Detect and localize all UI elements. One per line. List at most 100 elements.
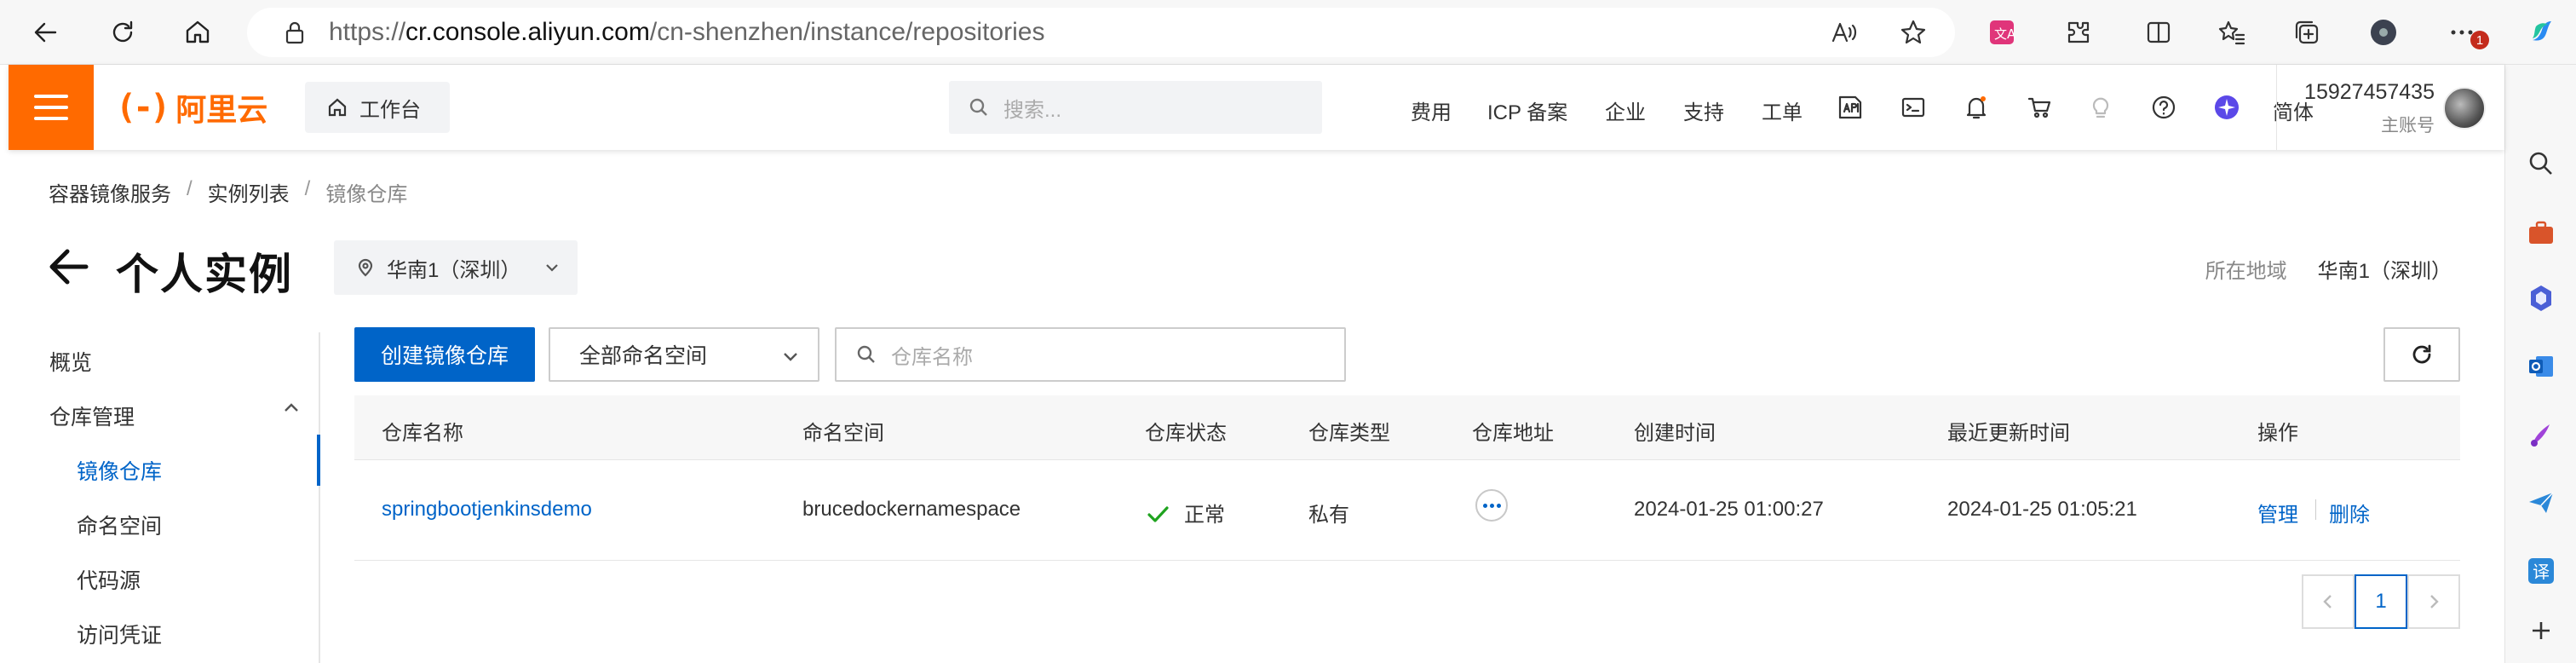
location-pin-icon bbox=[358, 258, 373, 277]
delete-link[interactable]: 删除 bbox=[2329, 498, 2370, 528]
home-icon[interactable] bbox=[181, 15, 215, 49]
table-row: springbootjenkinsdemo brucedockernamespa… bbox=[354, 460, 2460, 561]
breadcrumb: 容器镜像服务 / 实例列表 / 镜像仓库 bbox=[49, 177, 407, 207]
pagination-page-1[interactable]: 1 bbox=[2355, 574, 2407, 629]
divider bbox=[2276, 65, 2277, 150]
logo-text: 阿里云 bbox=[175, 92, 268, 127]
nav-link-icp[interactable]: ICP 备案 bbox=[1487, 95, 1567, 125]
column-header-actions: 操作 bbox=[2257, 422, 2298, 445]
browser-sidebar: 译 bbox=[2504, 65, 2576, 663]
back-arrow-icon[interactable] bbox=[47, 247, 89, 286]
search-icon bbox=[857, 345, 875, 363]
page-title: 个人实例 bbox=[116, 251, 293, 298]
ai-assistant-icon[interactable] bbox=[2210, 90, 2244, 124]
outlook-icon[interactable] bbox=[2524, 349, 2558, 383]
extensions-icon[interactable] bbox=[2060, 14, 2097, 51]
left-nav: 概览 仓库管理 镜像仓库 命名空间 代码源 访问凭证 bbox=[34, 332, 320, 663]
active-indicator bbox=[317, 435, 320, 486]
action-separator bbox=[2315, 499, 2316, 520]
nav-link-billing[interactable]: 费用 bbox=[1411, 95, 1452, 125]
nav-item-overview[interactable]: 概览 bbox=[49, 346, 92, 377]
account-info[interactable]: 15927457435 主账号 bbox=[2288, 80, 2435, 137]
lock-icon[interactable] bbox=[276, 14, 313, 51]
breadcrumb-item-cr-service[interactable]: 容器镜像服务 bbox=[49, 177, 171, 207]
translate-extension-icon[interactable]: 文A bbox=[1983, 14, 2021, 51]
nav-item-access-credential[interactable]: 访问凭证 bbox=[77, 619, 162, 649]
nav-item-image-repo[interactable]: 镜像仓库 bbox=[77, 455, 162, 486]
region-info-value: 华南1（深圳） bbox=[2317, 260, 2452, 283]
translator-icon[interactable]: 译 bbox=[2524, 554, 2558, 588]
designer-icon[interactable] bbox=[2524, 418, 2558, 452]
microsoft-365-icon[interactable] bbox=[2524, 281, 2558, 315]
back-icon[interactable] bbox=[29, 15, 63, 49]
nav-link-enterprise[interactable]: 企业 bbox=[1605, 95, 1646, 125]
workbench-button[interactable]: 工作台 bbox=[305, 82, 450, 133]
logo-mark: (-) bbox=[116, 88, 170, 127]
region-info-label: 所在地域 bbox=[2205, 260, 2287, 283]
shopping-cart-icon[interactable] bbox=[2022, 90, 2056, 124]
repo-search-placeholder: 仓库名称 bbox=[891, 345, 973, 369]
breadcrumb-separator: / bbox=[187, 177, 193, 200]
nav-link-support[interactable]: 支持 bbox=[1683, 95, 1724, 125]
url-text[interactable]: https://cr.console.aliyun.com/cn-shenzhe… bbox=[329, 18, 1044, 47]
address-bar[interactable]: https://cr.console.aliyun.com/cn-shenzhe… bbox=[247, 8, 1955, 57]
pagination-next-button[interactable] bbox=[2407, 574, 2460, 629]
aliyun-logo[interactable]: (-) 阿里云 bbox=[116, 88, 267, 127]
collections-icon[interactable] bbox=[2288, 14, 2326, 51]
column-header-type: 仓库类型 bbox=[1308, 422, 1390, 445]
reload-icon[interactable] bbox=[106, 15, 140, 49]
notification-bell-icon[interactable] bbox=[1959, 90, 1993, 124]
repo-updated-time: 2024-01-25 01:05:21 bbox=[1947, 498, 2137, 521]
account-role: 主账号 bbox=[2381, 116, 2435, 135]
nav-item-namespace[interactable]: 命名空间 bbox=[77, 510, 162, 540]
copilot-icon[interactable] bbox=[2523, 14, 2561, 51]
console-topbar: (-) 阿里云 工作台 搜索... 费用 ICP 备案 企业 支持 工单 简体 … bbox=[9, 65, 2504, 150]
search-icon bbox=[969, 98, 987, 116]
favorite-star-icon[interactable] bbox=[1895, 14, 1932, 51]
add-sidebar-app-icon[interactable] bbox=[2524, 614, 2558, 648]
help-icon[interactable] bbox=[2147, 90, 2181, 124]
create-repo-button[interactable]: 创建镜像仓库 bbox=[354, 327, 535, 382]
search-placeholder: 搜索... bbox=[1003, 98, 1062, 122]
account-phone: 15927457435 bbox=[2304, 80, 2435, 104]
repo-table: 仓库名称 命名空间 仓库状态 仓库类型 仓库地址 创建时间 最近更新时间 操作 … bbox=[354, 395, 2460, 561]
region-dropdown[interactable]: 华南1（深圳） bbox=[334, 240, 578, 295]
nav-group-repo-management[interactable]: 仓库管理 bbox=[49, 401, 135, 431]
hamburger-menu-icon[interactable] bbox=[9, 65, 94, 150]
repo-search-input[interactable]: 仓库名称 bbox=[835, 327, 1346, 382]
notification-badge: 1 bbox=[2470, 31, 2489, 49]
breadcrumb-item-instance-list[interactable]: 实例列表 bbox=[208, 177, 290, 207]
table-header: 仓库名称 命名空间 仓库状态 仓库类型 仓库地址 创建时间 最近更新时间 操作 bbox=[354, 395, 2460, 460]
api-icon[interactable] bbox=[1833, 90, 1867, 124]
pagination-prev-button[interactable] bbox=[2302, 574, 2355, 629]
repo-status: 正常 bbox=[1145, 498, 1225, 528]
nav-item-code-source[interactable]: 代码源 bbox=[77, 564, 141, 595]
repo-name-link[interactable]: springbootjenkinsdemo bbox=[382, 498, 592, 522]
read-aloud-icon[interactable] bbox=[1825, 14, 1862, 51]
repo-created-time: 2024-01-25 01:00:27 bbox=[1634, 498, 1824, 521]
check-icon bbox=[1147, 506, 1169, 522]
favorites-list-icon[interactable] bbox=[2213, 14, 2251, 51]
console-search-input[interactable]: 搜索... bbox=[949, 81, 1322, 134]
refresh-button[interactable] bbox=[2383, 327, 2460, 382]
namespace-filter-select[interactable]: 全部命名空间 bbox=[549, 327, 819, 382]
avatar[interactable] bbox=[2443, 87, 2486, 130]
chevron-left-icon bbox=[2323, 595, 2332, 608]
repo-type: 私有 bbox=[1308, 504, 1349, 527]
chevron-down-icon bbox=[784, 353, 797, 361]
breadcrumb-separator: / bbox=[304, 177, 311, 200]
repo-address-more-icon[interactable] bbox=[1475, 489, 1508, 522]
chevron-up-icon[interactable] bbox=[281, 397, 302, 418]
send-icon[interactable] bbox=[2524, 486, 2558, 520]
search-icon[interactable] bbox=[2524, 147, 2558, 181]
split-screen-icon[interactable] bbox=[2140, 14, 2177, 51]
chevron-down-icon bbox=[546, 264, 559, 272]
profile-avatar-icon[interactable] bbox=[2365, 14, 2402, 51]
manage-link[interactable]: 管理 bbox=[2257, 498, 2298, 528]
nav-link-ticket[interactable]: 工单 bbox=[1762, 95, 1803, 125]
namespace-filter-value: 全部命名空间 bbox=[579, 344, 708, 368]
tools-briefcase-icon[interactable] bbox=[2524, 216, 2558, 251]
lightbulb-icon[interactable] bbox=[2084, 90, 2118, 124]
breadcrumb-item-current: 镜像仓库 bbox=[325, 183, 408, 206]
cloud-shell-icon[interactable] bbox=[1896, 90, 1930, 124]
